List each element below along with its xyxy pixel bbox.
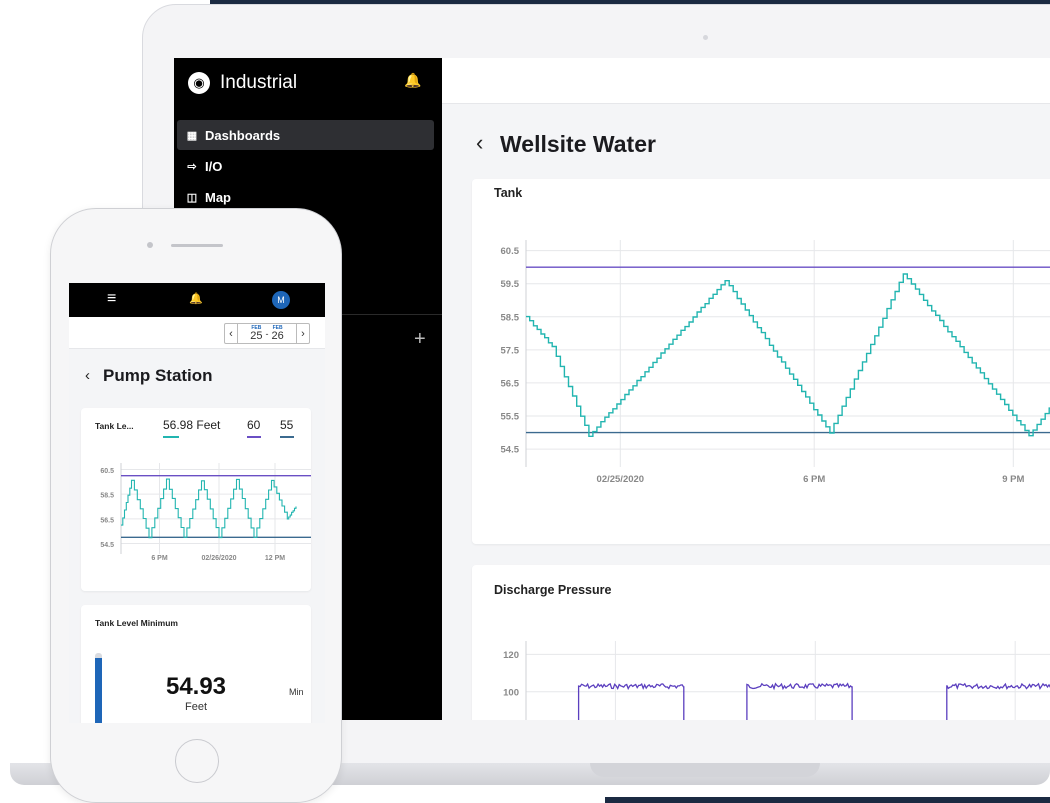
y-tick-label: 59.5 bbox=[501, 279, 520, 290]
y-tick-label: 56.5 bbox=[100, 517, 114, 524]
bell-icon[interactable]: 🔔 bbox=[189, 292, 203, 305]
io-icon: ⇨ bbox=[187, 160, 197, 173]
chevron-left-icon[interactable]: ‹ bbox=[225, 328, 237, 340]
bell-icon[interactable]: 🔔 bbox=[404, 72, 421, 89]
back-chevron-icon[interactable]: ‹ bbox=[85, 367, 90, 384]
y-tick-label: 56.5 bbox=[501, 378, 520, 389]
discharge-card: Discharge Pressure 12010080 bbox=[472, 565, 1050, 720]
data-line bbox=[121, 478, 297, 539]
add-button[interactable]: + bbox=[414, 328, 426, 351]
data-line bbox=[526, 273, 1050, 437]
y-tick-label: 60.5 bbox=[100, 468, 114, 475]
tank-minimum-card: Tank Level Minimum 54.93 Feet Min bbox=[81, 605, 311, 723]
hamburger-menu-icon[interactable]: ≡ bbox=[107, 290, 116, 308]
x-tick-label: 9 PM bbox=[1002, 474, 1024, 485]
y-tick-label: 54.5 bbox=[100, 542, 114, 549]
discharge-chart: 12010080 bbox=[503, 641, 1050, 720]
phone-page-title: Pump Station bbox=[103, 366, 213, 385]
tank-minimum-value: 54.93 bbox=[165, 673, 227, 700]
x-tick-label: 12 PM bbox=[265, 555, 285, 562]
tank-minimum-label: Tank Level Minimum bbox=[95, 618, 178, 628]
x-tick-label: 6 PM bbox=[151, 555, 168, 562]
date-range-picker[interactable]: ‹ FEB 25 - FEB 26 › bbox=[224, 323, 310, 344]
sidebar-item-label: I/O bbox=[205, 158, 223, 174]
y-tick-label: 100 bbox=[503, 687, 519, 698]
phone-home-button[interactable] bbox=[175, 739, 219, 783]
dashboard-icon: ▦ bbox=[186, 129, 198, 142]
y-tick-label: 58.5 bbox=[100, 493, 114, 500]
phone-camera bbox=[147, 242, 153, 248]
start-day: 25 bbox=[250, 329, 263, 342]
laptop-camera bbox=[703, 35, 708, 40]
x-tick-label: 6 PM bbox=[803, 474, 825, 485]
sidebar-item-label: Dashboards bbox=[205, 127, 281, 143]
x-tick-label: 02/25/2020 bbox=[597, 474, 645, 485]
brand-name: Industrial bbox=[220, 72, 298, 93]
phone-tank-chart: 60.5 58.5 56.5 54.5 6 PM 02/26/2020 12 PM bbox=[100, 463, 311, 562]
x-tick-label: 02/26/2020 bbox=[201, 555, 236, 562]
phone-speaker bbox=[171, 244, 223, 247]
top-bar bbox=[442, 58, 1050, 104]
y-tick-label: 57.5 bbox=[501, 345, 520, 356]
date-range-display[interactable]: FEB 25 - FEB 26 bbox=[237, 324, 297, 343]
tank-level-card: Tank Le... 56.98 Feet 60 55 60.5 58.5 56.5… bbox=[81, 408, 311, 591]
y-tick-label: 58.5 bbox=[501, 312, 520, 323]
chevron-right-icon[interactable]: › bbox=[297, 328, 309, 340]
y-tick-label: 55.5 bbox=[501, 412, 520, 423]
min-tag: Min bbox=[289, 687, 304, 697]
sidebar-item-io[interactable]: ⇨ I/O bbox=[177, 151, 434, 181]
end-date: FEB 26 bbox=[271, 325, 284, 342]
back-chevron-icon[interactable]: ‹ bbox=[476, 130, 483, 156]
navy-accent-bottom bbox=[605, 797, 1050, 803]
y-tick-label: 54.5 bbox=[501, 445, 520, 456]
start-date: FEB 25 bbox=[250, 325, 263, 342]
owl-logo-icon: ◉ bbox=[188, 72, 210, 94]
map-icon: ◫ bbox=[186, 191, 198, 204]
date-bar: ‹ FEB 25 - FEB 26 › bbox=[69, 317, 325, 349]
date-separator: - bbox=[265, 328, 269, 339]
sidebar-item-dashboards[interactable]: ▦ Dashboards bbox=[177, 120, 434, 150]
level-gauge bbox=[95, 653, 102, 723]
marketing-composite: ◉ Industrial 🔔 ▦ Dashboards ⇨ I/O ◫ Map … bbox=[0, 0, 1050, 803]
tank-minimum-unit: Feet bbox=[184, 701, 207, 713]
page-title: Wellsite Water bbox=[500, 131, 656, 157]
phone-screen: ≡ 🔔 M ‹ FEB 25 - FEB 26 › ‹ Pump Station… bbox=[69, 283, 325, 723]
tank-chart: 60.5 59.5 58.5 57.5 56.5 55.5 54.5 02/25/2020 6 … bbox=[501, 240, 1050, 485]
level-gauge-fill bbox=[95, 658, 102, 723]
y-tick-label: 120 bbox=[503, 650, 519, 661]
data-line bbox=[577, 682, 1050, 720]
avatar[interactable]: M bbox=[272, 291, 290, 309]
phone-device: ≡ 🔔 M ‹ FEB 25 - FEB 26 › ‹ Pump Station… bbox=[50, 208, 342, 803]
y-tick-label: 60.5 bbox=[501, 246, 520, 257]
phone-top-bar: ≡ 🔔 M bbox=[69, 283, 325, 317]
tank-card: Tank 60.5 59.5 58.5 57.5 56.5 55.5 54.5 02/25/2… bbox=[472, 179, 1050, 544]
laptop-notch bbox=[590, 763, 820, 777]
sidebar-item-label: Map bbox=[205, 189, 231, 205]
end-day: 26 bbox=[271, 329, 284, 342]
main-content: ‹ Wellsite Water Tank 60.5 59.5 58.5 57.5 56… bbox=[442, 58, 1050, 720]
brand[interactable]: ◉ Industrial bbox=[188, 70, 297, 96]
